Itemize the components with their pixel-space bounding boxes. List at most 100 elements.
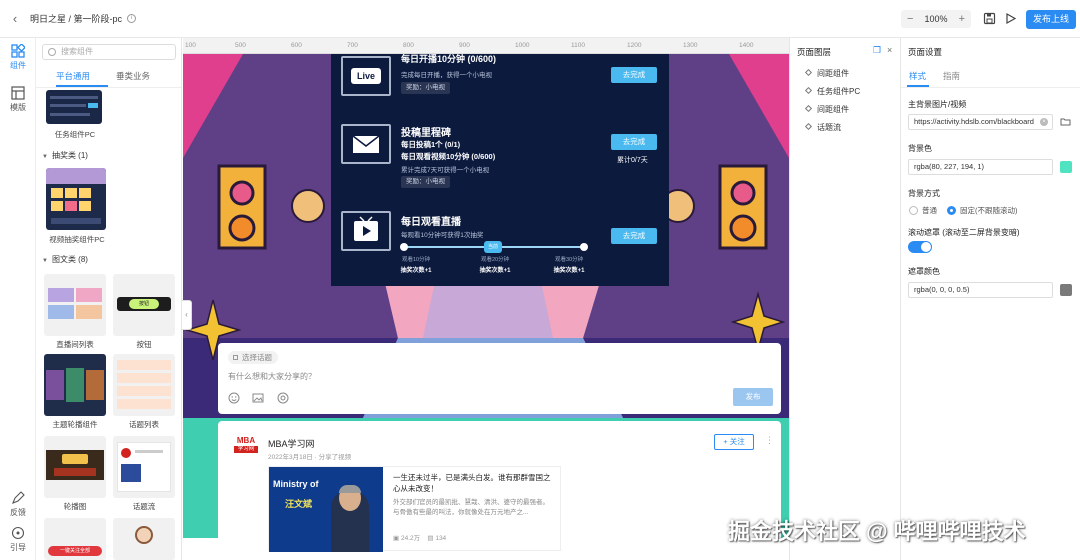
more-icon[interactable]: ⋮ <box>765 435 774 446</box>
milestone-time: 观看10分钟 <box>401 257 431 263</box>
copy-icon[interactable]: ❐ <box>873 45 883 55</box>
layer-item[interactable]: 间距组件 <box>804 68 849 79</box>
tab-guide[interactable]: 指南 <box>943 70 960 82</box>
zoom-in-button[interactable]: + <box>959 13 965 25</box>
ruler-tick: 700 <box>347 42 358 49</box>
video-thumbnail[interactable]: Ministry of 汪文斌 <box>269 467 383 552</box>
layer-diamond-icon <box>804 68 813 77</box>
thumb-avatar-component[interactable] <box>113 518 175 560</box>
horizontal-ruler: 100 500 600 700 800 900 1000 1100 1200 1… <box>183 38 789 54</box>
image-icon[interactable] <box>252 392 264 404</box>
tab-style[interactable]: 样式 <box>909 70 926 82</box>
mail-icon <box>341 124 391 164</box>
layer-label: 任务组件PC <box>817 87 861 96</box>
group-title: 抽奖类 (1) <box>51 151 88 160</box>
layer-label: 间距组件 <box>817 69 849 78</box>
task-go-button[interactable]: 去完成 <box>611 134 657 150</box>
component-tabs: 平台通用 垂类业务 <box>36 66 181 88</box>
publish-post-button[interactable]: 发布 <box>733 388 773 406</box>
rail-label: 组件 <box>10 61 26 70</box>
milestone-reward: 抽奖次数+1 <box>553 268 585 274</box>
zoom-out-button[interactable]: − <box>907 13 913 25</box>
progress-dot <box>580 243 588 251</box>
template-icon <box>11 86 25 100</box>
thumb-button[interactable]: 按钮 <box>113 274 175 336</box>
publish-button[interactable]: 发布上线 <box>1026 10 1076 29</box>
layer-item[interactable]: 任务组件PC <box>804 86 861 97</box>
thumb-follow-all[interactable]: 一键关注全部 <box>44 518 106 560</box>
video-card[interactable]: Ministry of 汪文斌 一生还未过半，已是满头白发。谁有那群雪国之心从未… <box>268 466 561 552</box>
mask-color-input[interactable]: rgba(0, 0, 0, 0.5) <box>908 282 1053 298</box>
page-settings-panel: 页面设置 样式 指南 主背景图片/视频 https://activity.hds… <box>900 38 1080 560</box>
rail-label: 引导 <box>10 543 26 552</box>
radio-fixed[interactable]: 固定(不跟随滚动) <box>947 205 1018 216</box>
rail-item-guide[interactable]: 引导 <box>0 526 36 553</box>
close-icon[interactable]: × <box>887 45 897 55</box>
thumb-live-room-list[interactable] <box>44 274 106 336</box>
folder-icon[interactable] <box>1060 116 1071 127</box>
bg-color-swatch[interactable] <box>1060 161 1072 173</box>
mask-color-swatch[interactable] <box>1060 284 1072 296</box>
logo-subtext: 学习网 <box>234 446 258 453</box>
task-title: 每日观看直播 <box>401 217 461 228</box>
mention-icon[interactable] <box>277 392 289 404</box>
ruler-tick: 1300 <box>683 42 698 49</box>
bg-image-url-input[interactable]: https://activity.hdslb.com/blackboard <box>908 114 1053 130</box>
rail-item-feedback[interactable]: 反馈 <box>0 491 36 518</box>
view-count: 24.2万 <box>400 535 421 542</box>
save-icon[interactable] <box>983 12 996 25</box>
preview-play-icon[interactable] <box>1004 12 1017 25</box>
radio-label: 固定(不跟随滚动) <box>960 206 1018 215</box>
rail-label: 模版 <box>10 103 26 112</box>
info-icon[interactable]: i <box>127 14 137 23</box>
collapse-panel-handle[interactable]: ‹ <box>182 300 192 330</box>
thumb-banner-carousel[interactable] <box>44 436 106 498</box>
component-search-input[interactable]: 搜索组件 <box>42 44 176 60</box>
rail-item-components[interactable]: 组件 <box>0 44 36 71</box>
comment-count: 134 <box>435 535 447 542</box>
scroll-mask-toggle[interactable] <box>908 241 932 253</box>
back-icon[interactable]: ‹ <box>0 11 30 26</box>
logo-text: MBA <box>236 436 256 445</box>
task-desc: 完成每日开播，获得一个小电视 <box>401 72 492 79</box>
ruler-tick: 100 <box>185 42 196 49</box>
thumb-task-component[interactable] <box>46 90 102 124</box>
scroll-mask-label: 滚动遮罩 (滚动至二屏背景变暗) <box>908 228 1020 237</box>
account-name[interactable]: MBA学习网 <box>268 437 315 450</box>
layer-label: 话题流 <box>817 123 841 132</box>
radio-label: 普通 <box>922 206 937 215</box>
rail-item-templates[interactable]: 模版 <box>0 86 36 113</box>
live-tv-icon: Live <box>341 56 391 96</box>
clear-icon[interactable]: × <box>1040 118 1048 126</box>
task-line: 每日观看视频10分钟 (0/600) <box>401 152 496 161</box>
layer-item[interactable]: 间距组件 <box>804 104 849 115</box>
task-reward: 奖励：小电视 <box>401 176 450 188</box>
thumb-topic-flow[interactable] <box>113 436 175 498</box>
component-label: 视频抽奖组件PC <box>49 235 105 244</box>
follow-button[interactable]: + 关注 <box>714 434 754 450</box>
radio-normal[interactable]: 普通 <box>909 205 937 216</box>
emoji-icon[interactable] <box>228 392 240 404</box>
bg-color-input[interactable]: rgba(80, 227, 194, 1) <box>908 159 1053 175</box>
toggle-knob <box>921 242 931 252</box>
tab-platform[interactable]: 平台通用 <box>56 70 90 82</box>
left-rail: 组件 模版 反馈 引导 <box>0 38 36 560</box>
group-image-text[interactable]: ▼ 图文类 (8) <box>42 254 88 265</box>
layer-item[interactable]: 话题流 <box>804 122 841 133</box>
select-topic-button[interactable]: 选择话题 <box>228 351 278 364</box>
ruler-tick: 1000 <box>515 42 530 49</box>
thumbnail-name: 汪文斌 <box>285 499 313 509</box>
post-composer[interactable]: 选择话题 有什么想和大家分享的？ 发布 <box>218 343 781 414</box>
composer-placeholder[interactable]: 有什么想和大家分享的？ <box>228 371 316 382</box>
thumb-theme-carousel[interactable] <box>44 354 106 416</box>
thumb-lottery-component[interactable] <box>46 168 106 230</box>
topic-icon <box>233 355 238 360</box>
task-go-button[interactable]: 去完成 <box>611 228 657 244</box>
group-lottery[interactable]: ▼ 抽奖类 (1) <box>42 150 88 161</box>
guide-icon <box>11 526 25 540</box>
task-desc: 累计完成7天可获得一个小电视 <box>401 167 490 174</box>
thumb-topic-list[interactable] <box>113 354 175 416</box>
tab-vertical[interactable]: 垂类业务 <box>116 70 150 82</box>
search-icon <box>48 48 56 56</box>
task-go-button[interactable]: 去完成 <box>611 67 657 83</box>
